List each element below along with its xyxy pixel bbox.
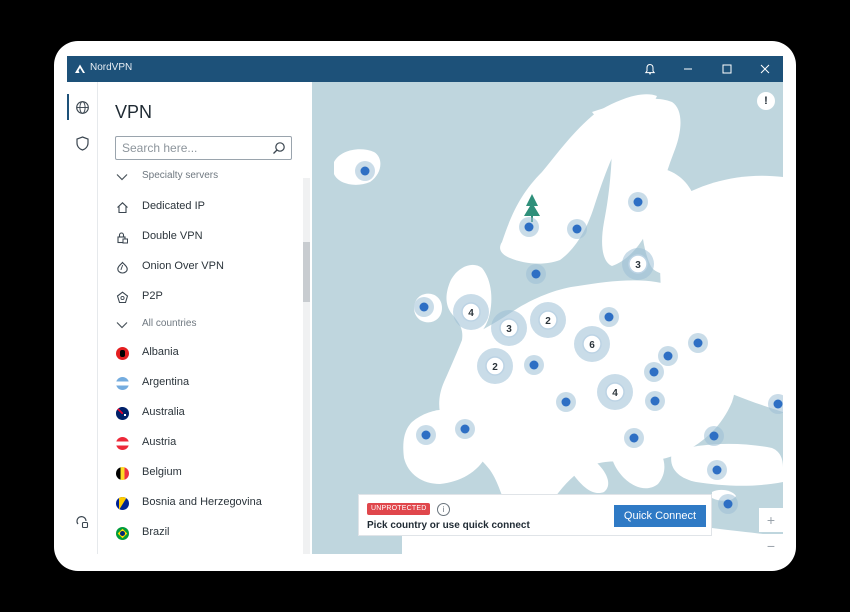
double-lock-icon — [115, 230, 129, 244]
austria-flag-icon — [115, 436, 129, 450]
maximize-button[interactable] — [708, 56, 746, 82]
cluster-count: 2 — [492, 362, 498, 373]
country-item-bosnia-and-herzegovina[interactable]: Bosnia and Herzegovina — [98, 488, 303, 518]
country-label: Austria — [142, 436, 177, 448]
nav-rail — [67, 82, 98, 554]
rail-meshnet-icon[interactable] — [67, 507, 97, 537]
country-item-argentina[interactable]: Argentina — [98, 368, 303, 398]
chevron-down-icon — [115, 318, 129, 332]
scrollbar-track[interactable] — [303, 178, 310, 554]
page-title: VPN — [115, 102, 153, 122]
list-item-label: P2P — [142, 290, 163, 302]
nordvpn-logo-icon — [75, 64, 85, 73]
country-label: Brazil — [142, 526, 170, 538]
country-item-australia[interactable]: Australia — [98, 398, 303, 428]
rail-settings-gear-icon[interactable] — [67, 548, 97, 554]
zoom-in-button[interactable]: + — [759, 508, 783, 532]
onion-icon — [115, 260, 129, 274]
search-box — [115, 136, 292, 160]
status-badge: UNPROTECTED — [367, 503, 431, 515]
app-title: NordVPN — [90, 62, 133, 73]
argentina-flag-icon — [115, 376, 129, 390]
list-item-label: Onion Over VPN — [142, 260, 224, 272]
list-item-label: Dedicated IP — [142, 200, 205, 212]
country-item-brazil[interactable]: Brazil — [98, 518, 303, 548]
server-list: Specialty servers Dedicated IP Double VP… — [98, 170, 303, 554]
belgium-flag-icon — [115, 466, 129, 480]
zoom-out-button[interactable]: − — [759, 534, 783, 554]
home-icon — [115, 200, 129, 214]
brazil-flag-icon — [115, 526, 129, 540]
country-label: Australia — [142, 406, 185, 418]
info-icon[interactable]: i — [437, 503, 450, 516]
rail-threat-protection-shield-icon[interactable] — [67, 128, 97, 158]
notifications-bell-icon[interactable] — [631, 56, 669, 82]
minimize-button[interactable] — [669, 56, 707, 82]
rail-vpn-globe-icon[interactable] — [67, 92, 97, 122]
search-input[interactable] — [122, 139, 267, 157]
list-item-double-vpn[interactable]: Double VPN — [98, 222, 303, 252]
list-item-dedicated-ip[interactable]: Dedicated IP — [98, 192, 303, 222]
close-button[interactable] — [746, 56, 783, 82]
list-item-label: Double VPN — [142, 230, 203, 242]
p2p-icon — [115, 290, 129, 304]
server-map[interactable]: 4 3 2 2 6 4 3 ! + − — [312, 82, 783, 554]
cluster-count: 3 — [635, 260, 641, 271]
alert-button[interactable]: ! — [757, 92, 775, 110]
section-label: Specialty servers — [142, 170, 219, 181]
country-label: Belgium — [142, 466, 182, 478]
country-item-belgium[interactable]: Belgium — [98, 458, 303, 488]
server-panel: VPN Specialty servers Dedicated IP Doubl… — [98, 82, 311, 554]
cluster-count: 3 — [506, 324, 512, 335]
australia-flag-icon — [115, 406, 129, 420]
country-label: Bosnia and Herzegovina — [142, 496, 262, 508]
country-item-austria[interactable]: Austria — [98, 428, 303, 458]
country-label: Argentina — [142, 376, 190, 388]
country-label: Albania — [142, 346, 179, 358]
cluster-count: 6 — [589, 340, 595, 351]
albania-flag-icon — [115, 346, 129, 360]
connection-status-card: UNPROTECTED i Pick country or use quick … — [358, 494, 712, 536]
cluster-count: 2 — [545, 316, 551, 327]
cluster-count: 4 — [468, 308, 474, 319]
search-icon[interactable] — [272, 141, 286, 155]
cluster-count: 4 — [612, 388, 618, 399]
quick-connect-button[interactable]: Quick Connect — [614, 505, 706, 527]
bosnia-flag-icon — [115, 496, 129, 510]
country-item-albania[interactable]: Albania — [98, 338, 303, 368]
title-bar: NordVPN — [67, 56, 783, 82]
scrollbar-thumb[interactable] — [303, 242, 310, 302]
europe-map: 4 3 2 2 6 4 3 — [334, 94, 783, 554]
section-label: All countries — [142, 318, 197, 329]
list-item-p2p[interactable]: P2P — [98, 282, 303, 312]
section-specialty-servers[interactable]: Specialty servers — [98, 170, 303, 192]
status-message: Pick country or use quick connect — [367, 520, 530, 531]
section-all-countries[interactable]: All countries — [98, 310, 303, 340]
app-window: NordVPN VPN Search here... Specialty ser… — [67, 56, 783, 554]
list-item-onion-over-vpn[interactable]: Onion Over VPN — [98, 252, 303, 282]
chevron-down-icon — [115, 170, 129, 184]
